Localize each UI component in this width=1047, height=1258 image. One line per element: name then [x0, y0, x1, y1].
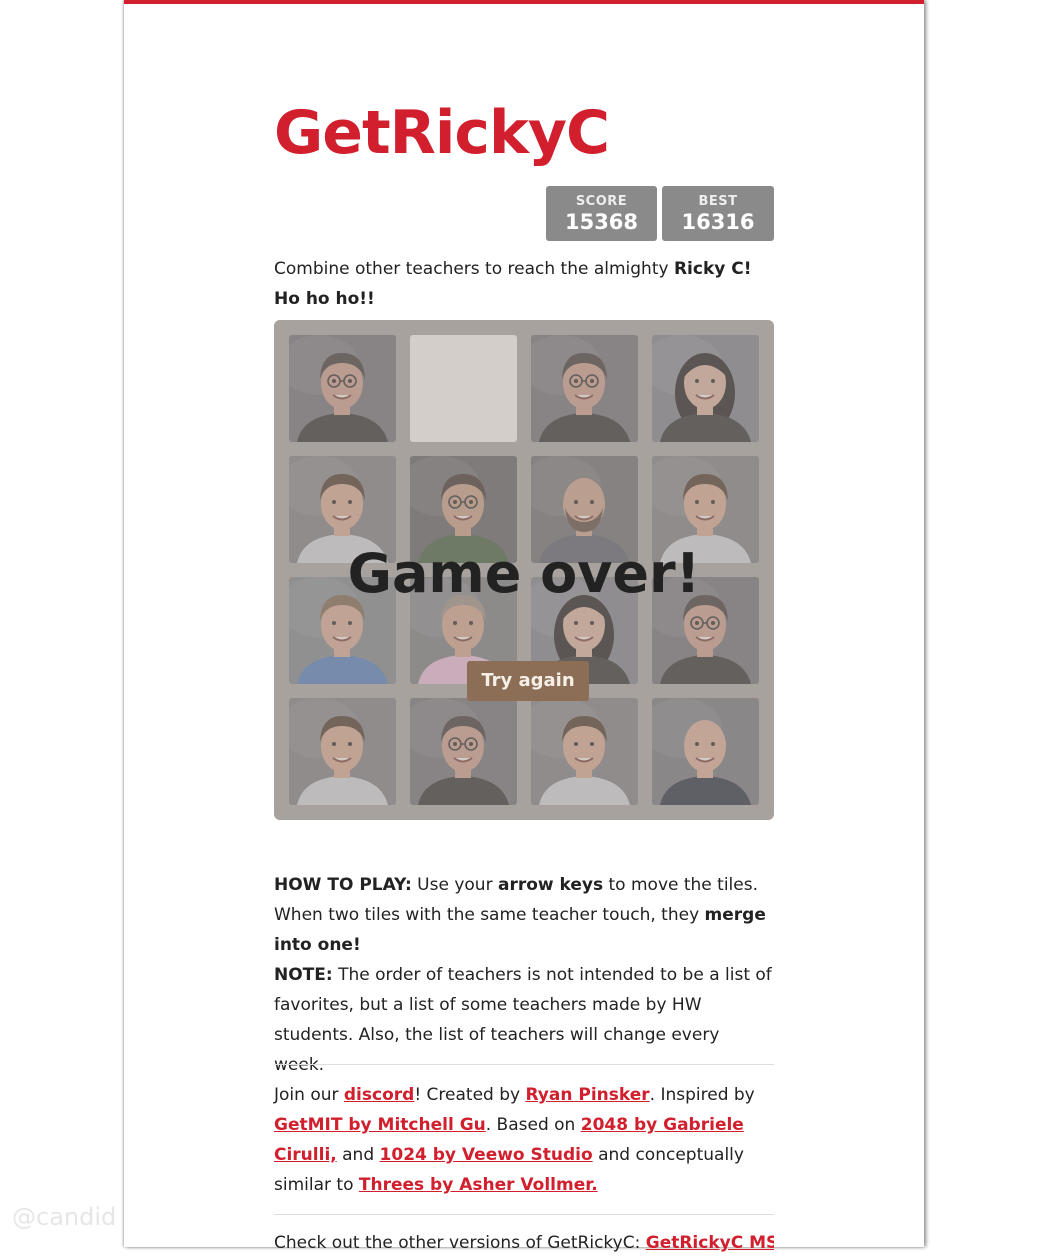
- other-versions: Check out the other versions of GetRicky…: [274, 1228, 774, 1258]
- howto-bold-1: arrow keys: [497, 875, 604, 895]
- discord-link[interactable]: discord: [344, 1085, 414, 1105]
- other-versions-text: Check out the other versions of GetRicky…: [274, 1233, 646, 1253]
- getmit-link[interactable]: GetMIT by Mitchell Gu: [274, 1115, 486, 1135]
- game-board[interactable]: Game over! Try again: [274, 320, 774, 820]
- intro-plain: Combine other teachers to reach the almi…: [274, 259, 674, 279]
- watermark-text: @candid: [12, 1203, 117, 1231]
- credits-text-1: Join our: [274, 1085, 344, 1105]
- how-to-play: HOW TO PLAY: Use your arrow keys to move…: [274, 870, 774, 1080]
- note-heading: NOTE:: [274, 965, 333, 985]
- best-label: BEST: [698, 194, 738, 209]
- score-box: SCORE 15368: [546, 186, 657, 241]
- best-box: BEST 16316: [662, 186, 774, 241]
- best-value: 16316: [681, 210, 755, 234]
- credits-text-3: . Inspired by: [649, 1085, 755, 1105]
- credits: Join our discord! Created by Ryan Pinske…: [274, 1080, 774, 1200]
- howto-heading: HOW TO PLAY:: [274, 875, 412, 895]
- game-over-overlay: Game over! Try again: [274, 320, 774, 820]
- 1024-link[interactable]: 1024 by Veewo Studio: [380, 1145, 593, 1165]
- game-over-message: Game over!: [347, 542, 701, 605]
- intro-text: Combine other teachers to reach the almi…: [274, 254, 774, 314]
- try-again-button[interactable]: Try again: [467, 661, 589, 701]
- score-value: 15368: [564, 210, 639, 234]
- credits-text-5: and: [336, 1145, 380, 1165]
- page-title: GetRickyC: [274, 98, 610, 168]
- divider: [274, 1064, 774, 1065]
- howto-text-1: Use your: [411, 875, 498, 895]
- author-link[interactable]: Ryan Pinsker: [525, 1085, 649, 1105]
- credits-text-2: ! Created by: [414, 1085, 526, 1105]
- ms-version-link[interactable]: GetRickyC MS: [646, 1233, 774, 1253]
- note-text: The order of teachers is not intended to…: [274, 965, 772, 1075]
- threes-link[interactable]: Threes by Asher Vollmer.: [359, 1175, 598, 1195]
- page-card: GetRickyC SCORE 15368 BEST 16316 Combine…: [124, 0, 924, 1253]
- score-label: SCORE: [575, 194, 628, 209]
- credits-text-4: . Based on: [485, 1115, 581, 1135]
- divider: [274, 1214, 774, 1215]
